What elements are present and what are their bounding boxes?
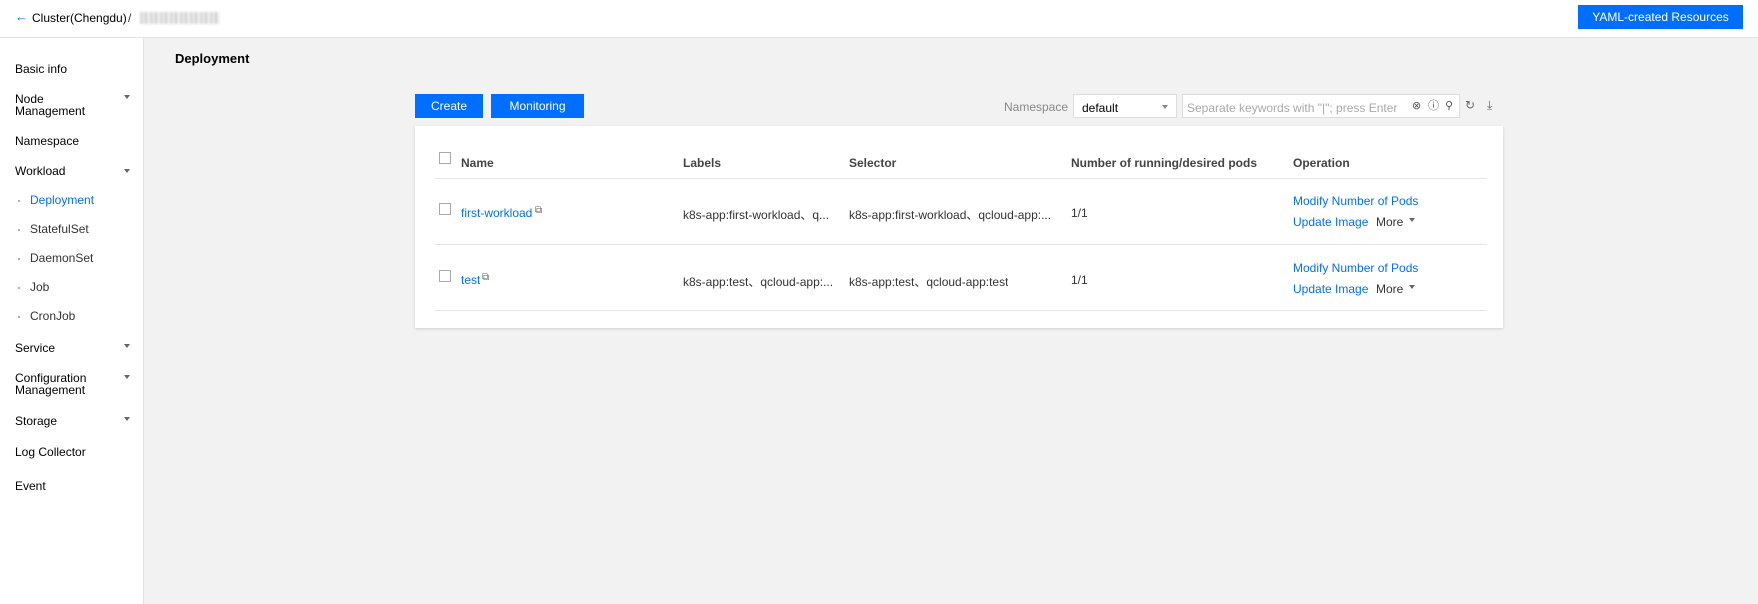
sidebar-item-configuration-management-line2[interactable]: Management xyxy=(15,384,85,396)
clear-icon[interactable]: ⊗ xyxy=(1412,100,1421,112)
back-arrow-icon[interactable]: ← xyxy=(15,9,28,24)
breadcrumb-separator: / xyxy=(128,11,132,25)
divider xyxy=(435,244,1487,245)
deployment-table: Name Labels Selector Number of running/d… xyxy=(415,126,1503,328)
select-all-checkbox[interactable] xyxy=(439,152,451,164)
labels-cell: k8s-app:first-workload、q... xyxy=(683,208,830,222)
bullet-icon xyxy=(18,200,20,202)
yaml-created-resources-button[interactable]: YAML-created Resources xyxy=(1578,5,1743,29)
sidebar-item-daemonset[interactable]: DaemonSet xyxy=(30,252,93,264)
copy-icon[interactable]: ⧉ xyxy=(482,272,489,283)
more-dropdown[interactable]: More xyxy=(1376,282,1403,296)
labels-cell: k8s-app:test、qcloud-app:... xyxy=(683,275,833,289)
chevron-down-icon[interactable] xyxy=(124,169,130,173)
divider xyxy=(435,178,1487,179)
chevron-down-icon[interactable] xyxy=(124,375,130,379)
chevron-down-icon xyxy=(1162,105,1168,109)
namespace-label: Namespace xyxy=(1004,100,1069,114)
namespace-select-value: default xyxy=(1082,101,1119,115)
sidebar-item-storage[interactable]: Storage xyxy=(15,415,57,427)
pods-cell: 1/1 xyxy=(1071,273,1088,287)
sidebar-item-log-collector[interactable]: Log Collector xyxy=(15,446,86,458)
modify-number-of-pods-link[interactable]: Modify Number of Pods xyxy=(1293,261,1418,275)
bullet-icon xyxy=(18,229,20,231)
chevron-down-icon[interactable] xyxy=(1409,218,1415,222)
sidebar-item-namespace[interactable]: Namespace xyxy=(15,135,79,147)
update-image-link[interactable]: Update Image xyxy=(1293,215,1368,229)
column-header-operation: Operation xyxy=(1293,156,1350,170)
sidebar-item-deployment[interactable]: Deployment xyxy=(30,194,94,206)
column-header-selector: Selector xyxy=(849,156,897,170)
bullet-icon xyxy=(18,258,20,260)
chevron-down-icon[interactable] xyxy=(124,417,130,421)
selector-cell: k8s-app:test、qcloud-app:test xyxy=(849,275,1009,289)
copy-icon[interactable]: ⧉ xyxy=(535,205,542,216)
sidebar-item-cronjob[interactable]: CronJob xyxy=(30,310,75,322)
workload-name-link[interactable]: first-workload xyxy=(461,206,532,220)
chevron-down-icon[interactable] xyxy=(1409,285,1415,289)
more-dropdown[interactable]: More xyxy=(1376,215,1403,229)
workload-name-link[interactable]: test xyxy=(461,273,480,287)
sidebar-item-event[interactable]: Event xyxy=(15,480,46,492)
column-header-name: Name xyxy=(461,156,494,170)
selector-cell: k8s-app:first-workload、qcloud-app:... xyxy=(849,208,1052,222)
sidebar-item-node-management-line2[interactable]: Management xyxy=(15,105,85,117)
sidebar-item-job[interactable]: Job xyxy=(30,281,49,293)
monitoring-button[interactable]: Monitoring xyxy=(491,94,584,118)
top-bar: ← Cluster(Chengdu) / YAML-created Resour… xyxy=(0,0,1758,38)
column-header-labels: Labels xyxy=(683,156,722,170)
page-title: Deployment xyxy=(175,51,250,66)
download-icon[interactable]: ⤓ xyxy=(1487,99,1492,111)
create-button[interactable]: Create xyxy=(415,94,483,118)
search-icon[interactable]: ⚲ xyxy=(1445,100,1453,112)
chevron-down-icon[interactable] xyxy=(124,344,130,348)
row-checkbox[interactable] xyxy=(439,203,451,215)
bullet-icon xyxy=(18,287,20,289)
chevron-down-icon[interactable] xyxy=(124,95,130,99)
breadcrumb-cluster[interactable]: Cluster(Chengdu) xyxy=(32,11,127,25)
sidebar-item-workload[interactable]: Workload xyxy=(15,165,65,177)
sidebar-item-basic-info[interactable]: Basic info xyxy=(15,63,67,75)
breadcrumb-cluster-id-redacted xyxy=(140,12,220,24)
sidebar: Basic info Node Management Namespace Wor… xyxy=(0,38,144,604)
search-input[interactable]: Separate keywords with "|"; press Enter … xyxy=(1182,94,1460,118)
refresh-icon[interactable]: ↻ xyxy=(1465,99,1475,111)
sidebar-item-statefulset[interactable]: StatefulSet xyxy=(30,223,89,235)
column-header-pods: Number of running/desired pods xyxy=(1071,156,1258,170)
modify-number-of-pods-link[interactable]: Modify Number of Pods xyxy=(1293,194,1418,208)
info-icon[interactable]: ⓘ xyxy=(1428,100,1439,112)
bullet-icon xyxy=(18,316,20,318)
update-image-link[interactable]: Update Image xyxy=(1293,282,1368,296)
row-checkbox[interactable] xyxy=(439,270,451,282)
divider xyxy=(435,310,1487,311)
search-placeholder: Separate keywords with "|"; press Enter xyxy=(1187,101,1398,115)
namespace-select[interactable]: default xyxy=(1073,94,1177,118)
pods-cell: 1/1 xyxy=(1071,206,1088,220)
sidebar-item-service[interactable]: Service xyxy=(15,342,55,354)
